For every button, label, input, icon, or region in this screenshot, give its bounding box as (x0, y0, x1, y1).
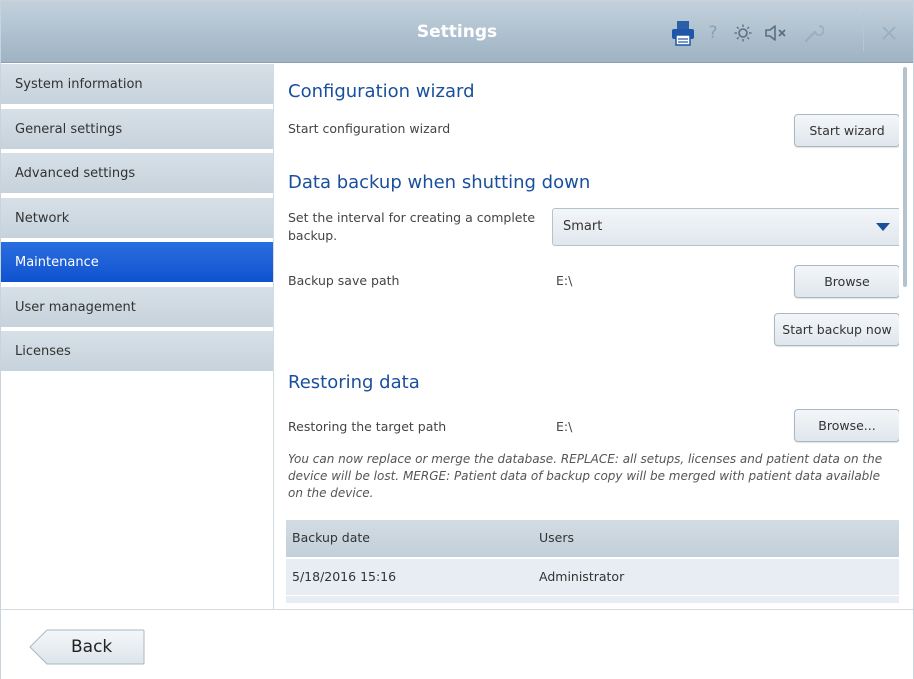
scrollbar[interactable] (903, 67, 907, 287)
sidebar-item-general-settings[interactable]: General settings (1, 109, 273, 151)
mute-icon[interactable] (763, 21, 789, 45)
close-icon[interactable] (877, 21, 901, 45)
restore-browse-button[interactable]: Browse... (794, 409, 899, 442)
table-cell-users: Administrator (539, 569, 625, 584)
brightness-icon[interactable] (732, 21, 754, 45)
table-header: Backup date Users (286, 520, 899, 557)
backup-path-label: Backup save path (288, 273, 400, 288)
backup-heading: Data backup when shutting down (288, 172, 591, 193)
backup-path-value: E:\ (556, 273, 573, 288)
backup-interval-label-line1: Set the interval for creating a complete (288, 210, 536, 225)
backup-interval-label-line2: backup. (288, 228, 338, 243)
column-header-backup-date[interactable]: Backup date (292, 530, 370, 545)
backup-table: Backup date Users 5/18/2016 15:16 Admini… (286, 520, 899, 603)
sidebar-item-user-management[interactable]: User management (1, 287, 273, 329)
start-wizard-button[interactable]: Start wizard (794, 114, 899, 147)
sidebar-item-network[interactable]: Network (1, 198, 273, 240)
restore-target-value: E:\ (556, 419, 573, 434)
restore-note: You can now replace or merge the databas… (288, 452, 883, 500)
restore-target-label: Restoring the target path (288, 419, 447, 434)
sidebar-item-system-information[interactable]: System information (1, 64, 273, 106)
backup-interval-label: Set the interval for creating a complete… (288, 210, 535, 243)
backup-browse-button[interactable]: Browse (794, 265, 899, 298)
title-separator (863, 13, 864, 51)
table-row-partial (286, 595, 899, 603)
backup-interval-select[interactable]: Smart (552, 208, 899, 246)
wrench-icon[interactable] (799, 21, 827, 45)
restore-heading: Restoring data (288, 372, 420, 393)
chevron-down-icon (876, 223, 890, 231)
back-label: Back (71, 637, 113, 657)
sidebar-item-advanced-settings[interactable]: Advanced settings (1, 153, 273, 195)
sidebar-item-maintenance[interactable]: Maintenance (1, 242, 273, 284)
config-wizard-heading: Configuration wizard (288, 81, 475, 102)
main-panel: Configuration wizard Start configuration… (274, 64, 899, 609)
settings-window: Settings ? System information General se… (0, 0, 914, 679)
backup-interval-value: Smart (563, 219, 603, 234)
table-row[interactable]: 5/18/2016 15:16 Administrator (286, 557, 899, 595)
config-wizard-label: Start configuration wizard (288, 121, 451, 136)
sidebar: System information General settings Adva… (1, 64, 274, 609)
sidebar-item-licenses[interactable]: Licenses (1, 331, 273, 373)
column-header-users[interactable]: Users (539, 530, 574, 545)
help-icon[interactable]: ? (703, 21, 723, 45)
title-bar: Settings ? (1, 1, 913, 63)
bottom-bar: Back (1, 609, 913, 679)
printer-icon[interactable] (669, 21, 697, 46)
back-button[interactable]: Back (29, 629, 145, 665)
table-cell-backup-date: 5/18/2016 15:16 (292, 569, 397, 584)
start-backup-button[interactable]: Start backup now (774, 313, 899, 346)
